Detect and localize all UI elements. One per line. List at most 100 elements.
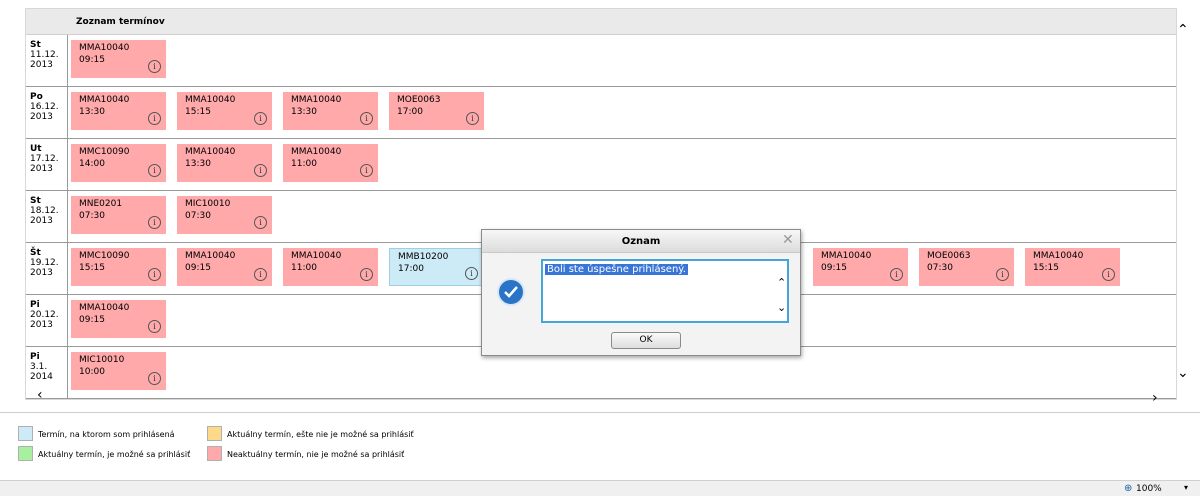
row-separator: [67, 295, 68, 346]
scroll-right-icon[interactable]: ›: [1152, 390, 1158, 406]
row-date: Št 19.12. 2013: [30, 248, 64, 278]
row-date: Pi 3.1. 2014: [30, 352, 64, 382]
info-icon[interactable]: i: [996, 268, 1009, 281]
row-date: 17.12.: [30, 154, 59, 164]
scroll-up-icon[interactable]: ⌃: [1177, 22, 1189, 38]
info-icon[interactable]: i: [360, 112, 373, 125]
row-year: 2013: [30, 164, 53, 174]
term-card[interactable]: MMA10040 11:00 i: [283, 248, 378, 286]
term-card[interactable]: MMB10200 17:00 i: [389, 248, 484, 286]
dialog-titlebar[interactable]: Oznam ✕: [482, 230, 800, 253]
zoom-icon[interactable]: ⊕: [1124, 483, 1132, 494]
status-bar: ⊕ 100% ▾: [0, 480, 1200, 496]
term-card[interactable]: MMA10040 15:15 i: [1025, 248, 1120, 286]
term-code: MMC10090: [79, 251, 130, 261]
term-code: MMA10040: [291, 251, 342, 261]
row-date: 16.12.: [30, 102, 59, 112]
term-card[interactable]: MMA10040 13:30 i: [283, 92, 378, 130]
row-separator: [67, 35, 68, 86]
term-card[interactable]: MMA10040 13:30 i: [71, 92, 166, 130]
day-row: St 11.12. 2013 MMA10040 09:15 i: [26, 35, 1176, 87]
term-time: 09:15: [185, 263, 211, 273]
term-code: MMA10040: [1033, 251, 1084, 261]
term-code: MMC10090: [79, 147, 130, 157]
row-day: Št: [30, 248, 41, 258]
term-time: 15:15: [1033, 263, 1059, 273]
legend-swatch: [18, 446, 33, 461]
term-code: MMA10040: [185, 251, 236, 261]
info-icon[interactable]: i: [148, 216, 161, 229]
term-code: MMA10040: [185, 147, 236, 157]
info-icon[interactable]: i: [148, 372, 161, 385]
info-icon[interactable]: i: [1102, 268, 1115, 281]
legend-label: Neaktuálny termín, nie je možné sa prihl…: [227, 450, 405, 459]
term-code: MMA10040: [821, 251, 872, 261]
row-date: 3.1.: [30, 362, 48, 372]
term-code: MOE0063: [927, 251, 971, 261]
legend-label: Aktuálny termín, je možné sa prihlásiť: [38, 450, 191, 459]
dialog-title: Oznam: [621, 236, 661, 247]
zoom-level[interactable]: 100%: [1136, 484, 1162, 494]
term-card[interactable]: MOE0063 17:00 i: [389, 92, 484, 130]
term-code: MNE0201: [79, 199, 123, 209]
term-card[interactable]: MMC10090 15:15 i: [71, 248, 166, 286]
row-separator: [67, 139, 68, 190]
term-card[interactable]: MMA10040 09:15 i: [71, 40, 166, 78]
term-card[interactable]: MMA10040 15:15 i: [177, 92, 272, 130]
term-card[interactable]: MMC10090 14:00 i: [71, 144, 166, 182]
ok-button[interactable]: OK: [611, 332, 681, 349]
info-icon[interactable]: i: [254, 164, 267, 177]
row-year: 2013: [30, 60, 53, 70]
term-code: MMA10040: [291, 147, 342, 157]
term-card[interactable]: MMA10040 11:00 i: [283, 144, 378, 182]
term-code: MMA10040: [79, 43, 130, 53]
info-icon[interactable]: i: [148, 164, 161, 177]
info-icon[interactable]: i: [254, 216, 267, 229]
row-date: St 18.12. 2013: [30, 196, 64, 226]
legend-swatch: [207, 426, 222, 441]
message-textarea[interactable]: Boli ste úspešne prihlásený. ⌃ ⌄: [541, 259, 789, 323]
row-date: 18.12.: [30, 206, 59, 216]
info-icon[interactable]: i: [254, 112, 267, 125]
term-time: 14:00: [79, 159, 105, 169]
info-icon[interactable]: i: [148, 112, 161, 125]
row-date: Po 16.12. 2013: [30, 92, 64, 122]
scroll-down-icon[interactable]: ⌄: [777, 301, 786, 314]
term-card[interactable]: MMA10040 13:30 i: [177, 144, 272, 182]
close-icon[interactable]: ✕: [782, 232, 794, 248]
row-year: 2013: [30, 216, 53, 226]
term-code: MIC10010: [79, 355, 125, 365]
term-card[interactable]: MIC10010 10:00 i: [71, 352, 166, 390]
info-icon[interactable]: i: [890, 268, 903, 281]
info-icon[interactable]: i: [148, 60, 161, 73]
scroll-left-icon[interactable]: ‹: [37, 387, 43, 403]
term-time: 09:15: [79, 315, 105, 325]
term-card[interactable]: MMA10040 09:15 i: [71, 300, 166, 338]
row-year: 2013: [30, 320, 53, 330]
info-icon[interactable]: i: [254, 268, 267, 281]
info-icon[interactable]: i: [148, 320, 161, 333]
row-date: 20.12.: [30, 310, 59, 320]
row-separator: [67, 191, 68, 242]
zoom-dropdown-icon[interactable]: ▾: [1184, 483, 1188, 492]
info-icon[interactable]: i: [360, 164, 373, 177]
notice-dialog: Oznam ✕ Boli ste úspešne prihlásený. ⌃ ⌄…: [481, 229, 801, 356]
info-icon[interactable]: i: [360, 268, 373, 281]
term-card[interactable]: MNE0201 07:30 i: [71, 196, 166, 234]
info-icon[interactable]: i: [466, 112, 479, 125]
day-row: Ut 17.12. 2013 MMC10090 14:00 i MMA10040 13:30 i…: [26, 139, 1176, 191]
scroll-up-icon[interactable]: ⌃: [777, 276, 786, 289]
info-icon[interactable]: i: [148, 268, 161, 281]
info-icon[interactable]: i: [465, 267, 478, 280]
row-day: St: [30, 196, 41, 206]
term-time: 17:00: [398, 264, 424, 274]
term-time: 13:30: [291, 107, 317, 117]
term-time: 09:15: [79, 55, 105, 65]
check-icon: [497, 278, 525, 306]
term-code: MMB10200: [398, 252, 449, 262]
term-card[interactable]: MMA10040 09:15 i: [177, 248, 272, 286]
term-card[interactable]: MMA10040 09:15 i: [813, 248, 908, 286]
scroll-down-icon[interactable]: ⌄: [1177, 365, 1189, 381]
term-card[interactable]: MIC10010 07:30 i: [177, 196, 272, 234]
term-card[interactable]: MOE0063 07:30 i: [919, 248, 1014, 286]
